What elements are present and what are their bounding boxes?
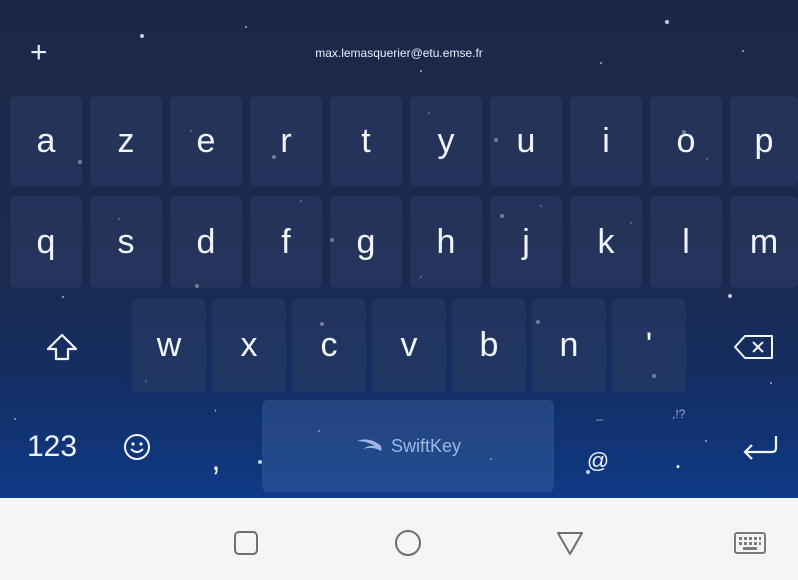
key-y[interactable]: y bbox=[410, 96, 482, 186]
at-key[interactable]: _ @ bbox=[562, 400, 634, 492]
key-h[interactable]: h bbox=[410, 196, 482, 288]
key-n[interactable]: n bbox=[532, 298, 606, 392]
key-u[interactable]: u bbox=[490, 96, 562, 186]
key-p[interactable]: p bbox=[730, 96, 798, 186]
period-key[interactable]: ,!? . bbox=[642, 400, 714, 492]
keyboard-switch-button[interactable] bbox=[728, 525, 772, 561]
key-e[interactable]: e bbox=[170, 96, 242, 186]
shift-icon bbox=[46, 333, 78, 361]
key-w[interactable]: w bbox=[132, 298, 206, 392]
key-t[interactable]: t bbox=[330, 96, 402, 186]
backspace-key[interactable] bbox=[712, 304, 796, 390]
toolbar: + max.lemasquerier@etu.emse.fr bbox=[0, 8, 798, 88]
numbers-key[interactable]: 123 bbox=[6, 404, 98, 490]
key-d[interactable]: d bbox=[170, 196, 242, 288]
enter-key[interactable] bbox=[724, 404, 796, 490]
key-f[interactable]: f bbox=[250, 196, 322, 288]
circle-icon bbox=[395, 530, 421, 556]
home-button[interactable] bbox=[388, 525, 428, 561]
space-bar[interactable]: SwiftKey bbox=[262, 400, 554, 492]
swiftkey-logo-icon bbox=[356, 439, 382, 451]
backspace-icon bbox=[734, 335, 773, 359]
triangle-icon bbox=[557, 532, 583, 555]
email-suggestion[interactable]: max.lemasquerier@etu.emse.fr bbox=[0, 46, 798, 60]
square-icon bbox=[234, 531, 258, 555]
key-g[interactable]: g bbox=[330, 196, 402, 288]
key-s[interactable]: s bbox=[90, 196, 162, 288]
emoji-icon bbox=[124, 434, 150, 460]
key-m[interactable]: m bbox=[730, 196, 798, 288]
key-l[interactable]: l bbox=[650, 196, 722, 288]
swiftkey-keyboard: + max.lemasquerier@etu.emse.fr a z e r t… bbox=[0, 0, 798, 498]
recents-button[interactable] bbox=[226, 525, 266, 561]
key-b[interactable]: b bbox=[452, 298, 526, 392]
key-z[interactable]: z bbox=[90, 96, 162, 186]
key-q[interactable]: q bbox=[10, 196, 82, 288]
emoji-key[interactable] bbox=[104, 404, 170, 490]
key-r[interactable]: r bbox=[250, 96, 322, 186]
key-j[interactable]: j bbox=[490, 196, 562, 288]
enter-icon bbox=[743, 436, 778, 460]
key-i[interactable]: i bbox=[570, 96, 642, 186]
key-o[interactable]: o bbox=[650, 96, 722, 186]
key-c[interactable]: c bbox=[292, 298, 366, 392]
key-v[interactable]: v bbox=[372, 298, 446, 392]
keyboard-icon bbox=[734, 532, 766, 554]
key-a[interactable]: a bbox=[10, 96, 82, 186]
key-x[interactable]: x bbox=[212, 298, 286, 392]
key-k[interactable]: k bbox=[570, 196, 642, 288]
back-button[interactable] bbox=[550, 525, 590, 561]
key-apostrophe[interactable]: ' bbox=[612, 298, 686, 392]
shift-key[interactable] bbox=[14, 304, 110, 390]
comma-key[interactable]: ’ , bbox=[180, 400, 252, 492]
